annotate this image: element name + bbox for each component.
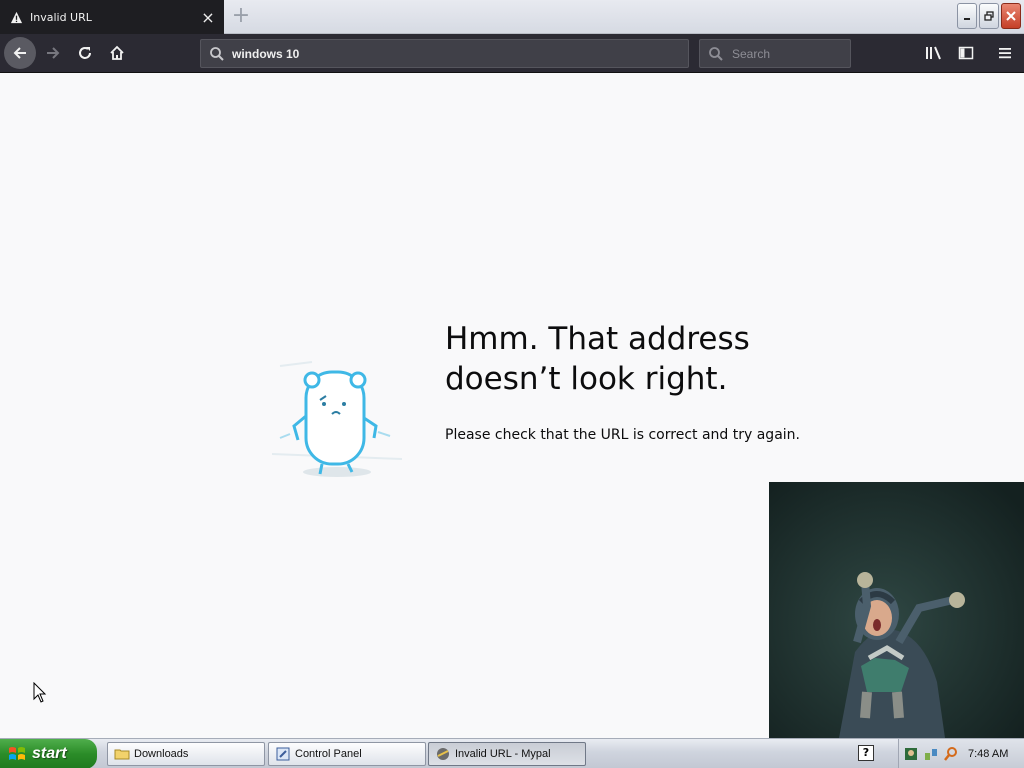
confused-mascot-illustration [271,361,403,477]
restore-button[interactable] [979,3,999,29]
tab-invalid-url[interactable]: Invalid URL × [0,0,224,34]
home-button[interactable] [102,38,132,68]
close-window-button[interactable] [1001,3,1021,29]
taskbar-item-label: Control Panel [295,748,362,760]
sidebar-button[interactable] [954,41,978,65]
search-tray-icon[interactable] [943,746,959,762]
network-icon[interactable] [923,746,939,762]
video-overlay[interactable] [769,482,1024,738]
taskbar-item-label: Invalid URL - Mypal [455,748,551,760]
back-arrow-icon [13,47,26,59]
mypal-icon [435,746,451,762]
reload-button[interactable] [70,38,100,68]
search-icon [708,46,726,62]
tab-strip: Invalid URL × + [0,0,1024,34]
reload-icon [79,47,91,59]
error-title: Hmm. That address doesn’t look right. [445,319,805,399]
error-title-line-2: doesn’t look right. [445,361,728,397]
search-bar[interactable]: Search [699,39,851,68]
taskbar-item-downloads[interactable]: Downloads [107,742,265,766]
forward-button[interactable] [38,38,68,68]
warning-icon [10,11,23,23]
start-label: start [32,745,67,762]
search-icon [209,46,227,62]
taskbar-item-label: Downloads [134,748,189,760]
taskbar-item-control-panel[interactable]: Control Panel [268,742,426,766]
cartoon-character-image [769,482,1024,738]
tab-title: Invalid URL [30,10,92,24]
window-controls [957,3,1021,29]
menu-button[interactable] [993,41,1017,65]
taskbar: start Downloads Control Panel Invalid UR… [0,738,1024,768]
page-content: Hmm. That address doesn’t look right. Pl… [0,74,1024,738]
library-button[interactable] [922,41,946,65]
library-icon [926,46,941,60]
control-panel-icon [275,746,291,762]
taskbar-item-mypal[interactable]: Invalid URL - Mypal [428,742,586,766]
help-icon[interactable]: ? [858,745,874,761]
new-tab-button[interactable]: + [230,5,252,27]
search-input[interactable]: Search [732,47,770,61]
error-description: Please check that the URL is correct and… [445,427,800,443]
tab-close-icon[interactable]: × [198,7,218,27]
tray-app-icon[interactable] [903,746,919,762]
windows-logo-icon [9,747,25,760]
system-tray: 7:48 AM [898,739,1024,768]
forward-arrow-icon [47,47,60,59]
folder-icon [114,746,130,762]
system-clock: 7:48 AM [968,748,1009,760]
sidebar-icon [958,46,974,60]
back-button[interactable] [4,37,36,69]
url-input[interactable]: windows 10 [232,47,299,61]
minimize-button[interactable] [957,3,977,29]
error-title-line-1: Hmm. That address [445,321,750,357]
url-bar[interactable]: windows 10 [200,39,689,68]
start-button[interactable]: start [0,739,97,768]
home-icon [110,45,124,60]
hamburger-menu-icon [999,48,1011,59]
mouse-cursor-icon [33,682,47,703]
navigation-toolbar: windows 10 Search [0,34,1024,73]
